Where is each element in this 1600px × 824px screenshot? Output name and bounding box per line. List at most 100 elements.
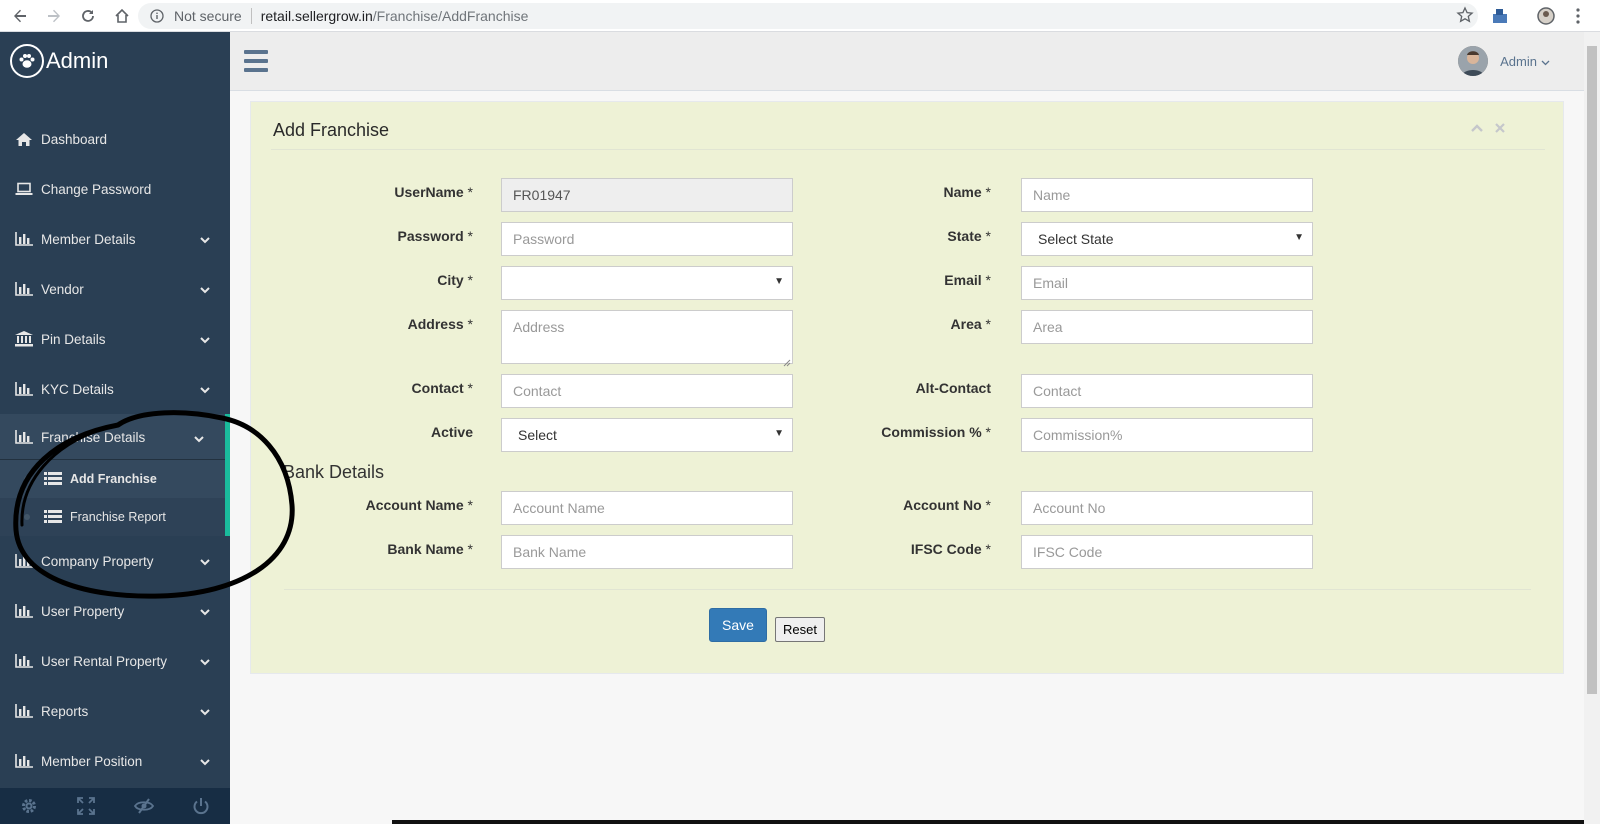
chevron-down-icon — [194, 431, 204, 446]
brand[interactable]: Admin — [0, 32, 230, 90]
bank-name-label: Bank Name * — [387, 541, 473, 557]
sidebar-item-label: Franchise Details — [41, 429, 146, 445]
reload-icon[interactable] — [74, 2, 102, 30]
area-field[interactable]: Area — [1021, 310, 1313, 344]
bottom-edge — [392, 820, 1584, 824]
address-bar[interactable]: Not secure retail.sellergrow.in/Franchis… — [138, 3, 1478, 29]
omnibox-divider — [250, 8, 252, 24]
list-icon — [44, 510, 64, 524]
home-browser-icon[interactable] — [108, 2, 136, 30]
save-button[interactable]: Save — [709, 608, 767, 642]
bank-icon — [15, 331, 35, 347]
account-name-field[interactable]: Account Name — [501, 491, 793, 525]
password-label: Password * — [397, 228, 473, 244]
ifsc-field[interactable]: IFSC Code — [1021, 535, 1313, 569]
account-no-label: Account No * — [903, 497, 991, 513]
chevron-down-icon — [200, 704, 210, 719]
bullet-dot — [24, 514, 30, 520]
bar-chart-icon — [15, 753, 35, 769]
bank-name-field[interactable]: Bank Name — [501, 535, 793, 569]
address-textarea[interactable]: Address — [501, 310, 793, 367]
sidebar-item-pin-details[interactable]: Pin Details — [0, 314, 230, 364]
sidebar-item-user-rental-property[interactable]: User Rental Property — [0, 636, 230, 686]
panel-title: Add Franchise — [273, 120, 390, 140]
name-field[interactable]: Name — [1021, 178, 1313, 212]
state-select[interactable]: Select State ▼ — [1021, 222, 1313, 256]
settings-icon[interactable] — [0, 788, 58, 824]
password-field[interactable]: Password — [501, 222, 793, 256]
sidebar-item-label: Company Property — [41, 553, 154, 569]
sidebar-subitem-add-franchise[interactable]: Add Franchise — [0, 460, 225, 498]
chevron-down-icon — [200, 604, 210, 619]
back-arrow-icon[interactable] — [6, 2, 34, 30]
sidebar-item-change-password[interactable]: Change Password — [0, 164, 230, 214]
active-select[interactable]: Select ▼ — [501, 418, 793, 452]
close-icon[interactable] — [1495, 120, 1505, 136]
chevron-down-icon — [200, 332, 210, 347]
account-name-label: Account Name * — [365, 497, 473, 513]
user-menu[interactable]: Admin — [1458, 46, 1550, 76]
sidebar-item-label: KYC Details — [41, 381, 114, 397]
email-field[interactable]: Email — [1021, 266, 1313, 300]
bar-chart-icon — [15, 653, 35, 669]
scrollbar-thumb[interactable] — [1587, 46, 1597, 694]
sidebar-item-dashboard[interactable]: Dashboard — [0, 114, 230, 164]
alt-contact-field[interactable]: Contact — [1021, 374, 1313, 408]
sidebar-item-franchise-details[interactable]: Franchise Details — [0, 414, 230, 460]
address-label: Address * — [407, 316, 473, 332]
url-path: /Franchise/AddFranchise — [372, 8, 529, 24]
profile-icon[interactable] — [1534, 4, 1558, 28]
dropdown-arrow-icon: ▼ — [1294, 232, 1304, 243]
sidebar-item-user-property[interactable]: User Property — [0, 586, 230, 636]
bookmark-star-icon[interactable] — [1456, 6, 1474, 27]
not-secure-label: Not secure — [174, 8, 242, 24]
account-no-field[interactable]: Account No — [1021, 491, 1313, 525]
forward-arrow-icon[interactable] — [40, 2, 68, 30]
username-label: UserName * — [394, 184, 473, 200]
sidebar-item-label: Member Position — [41, 753, 143, 769]
bar-chart-icon — [15, 603, 35, 619]
contact-field[interactable]: Contact — [501, 374, 793, 408]
page-scrollbar[interactable] — [1584, 32, 1600, 824]
contact-label: Contact * — [411, 380, 473, 396]
hamburger-menu-icon[interactable] — [244, 50, 268, 72]
email-label: Email * — [944, 272, 991, 288]
sidebar-item-member-position[interactable]: Member Position — [0, 736, 230, 786]
sidebar-item-reports[interactable]: Reports — [0, 686, 230, 736]
sidebar-item-member-details[interactable]: Member Details — [0, 214, 230, 264]
bar-chart-icon — [15, 703, 35, 719]
info-icon[interactable] — [144, 9, 170, 23]
chevron-down-icon — [200, 232, 210, 247]
city-select[interactable]: ▼ — [501, 266, 793, 300]
collapse-chevron-up-icon[interactable] — [1471, 120, 1483, 136]
sidebar-item-kyc-details[interactable]: KYC Details — [0, 364, 230, 414]
reset-button[interactable]: Reset — [775, 617, 825, 642]
avatar — [1458, 46, 1489, 76]
username-field: FR01947 — [501, 178, 793, 212]
url-host: retail.sellergrow.in — [260, 8, 373, 24]
sidebar-item-company-property[interactable]: Company Property — [0, 536, 230, 586]
state-label: State * — [947, 228, 991, 244]
sidebar-item-label: Dashboard — [41, 131, 108, 147]
bar-chart-icon — [15, 281, 35, 297]
chevron-down-icon — [200, 382, 210, 397]
active-label: Active — [430, 424, 473, 440]
fullscreen-icon[interactable] — [58, 788, 116, 824]
sidebar-subitem-franchise-report[interactable]: Franchise Report — [0, 498, 225, 536]
commission-field[interactable]: Commission% — [1021, 418, 1313, 452]
dropdown-arrow-icon: ▼ — [774, 428, 784, 439]
extension-icon[interactable] — [1488, 4, 1512, 28]
form-divider — [284, 589, 1531, 590]
sidebar-item-label: User Rental Property — [41, 653, 168, 669]
list-icon — [44, 472, 64, 486]
resize-handle-icon[interactable] — [783, 354, 791, 367]
paw-icon — [10, 44, 44, 78]
name-label: Name * — [943, 184, 991, 200]
sidebar: Admin Dashboard Change Password Member D… — [0, 32, 230, 824]
chevron-down-icon — [200, 654, 210, 669]
sidebar-item-vendor[interactable]: Vendor — [0, 264, 230, 314]
kebab-menu-icon[interactable] — [1566, 4, 1590, 28]
power-icon[interactable] — [173, 788, 231, 824]
bar-chart-icon — [15, 381, 35, 397]
eye-slash-icon[interactable] — [115, 788, 173, 824]
